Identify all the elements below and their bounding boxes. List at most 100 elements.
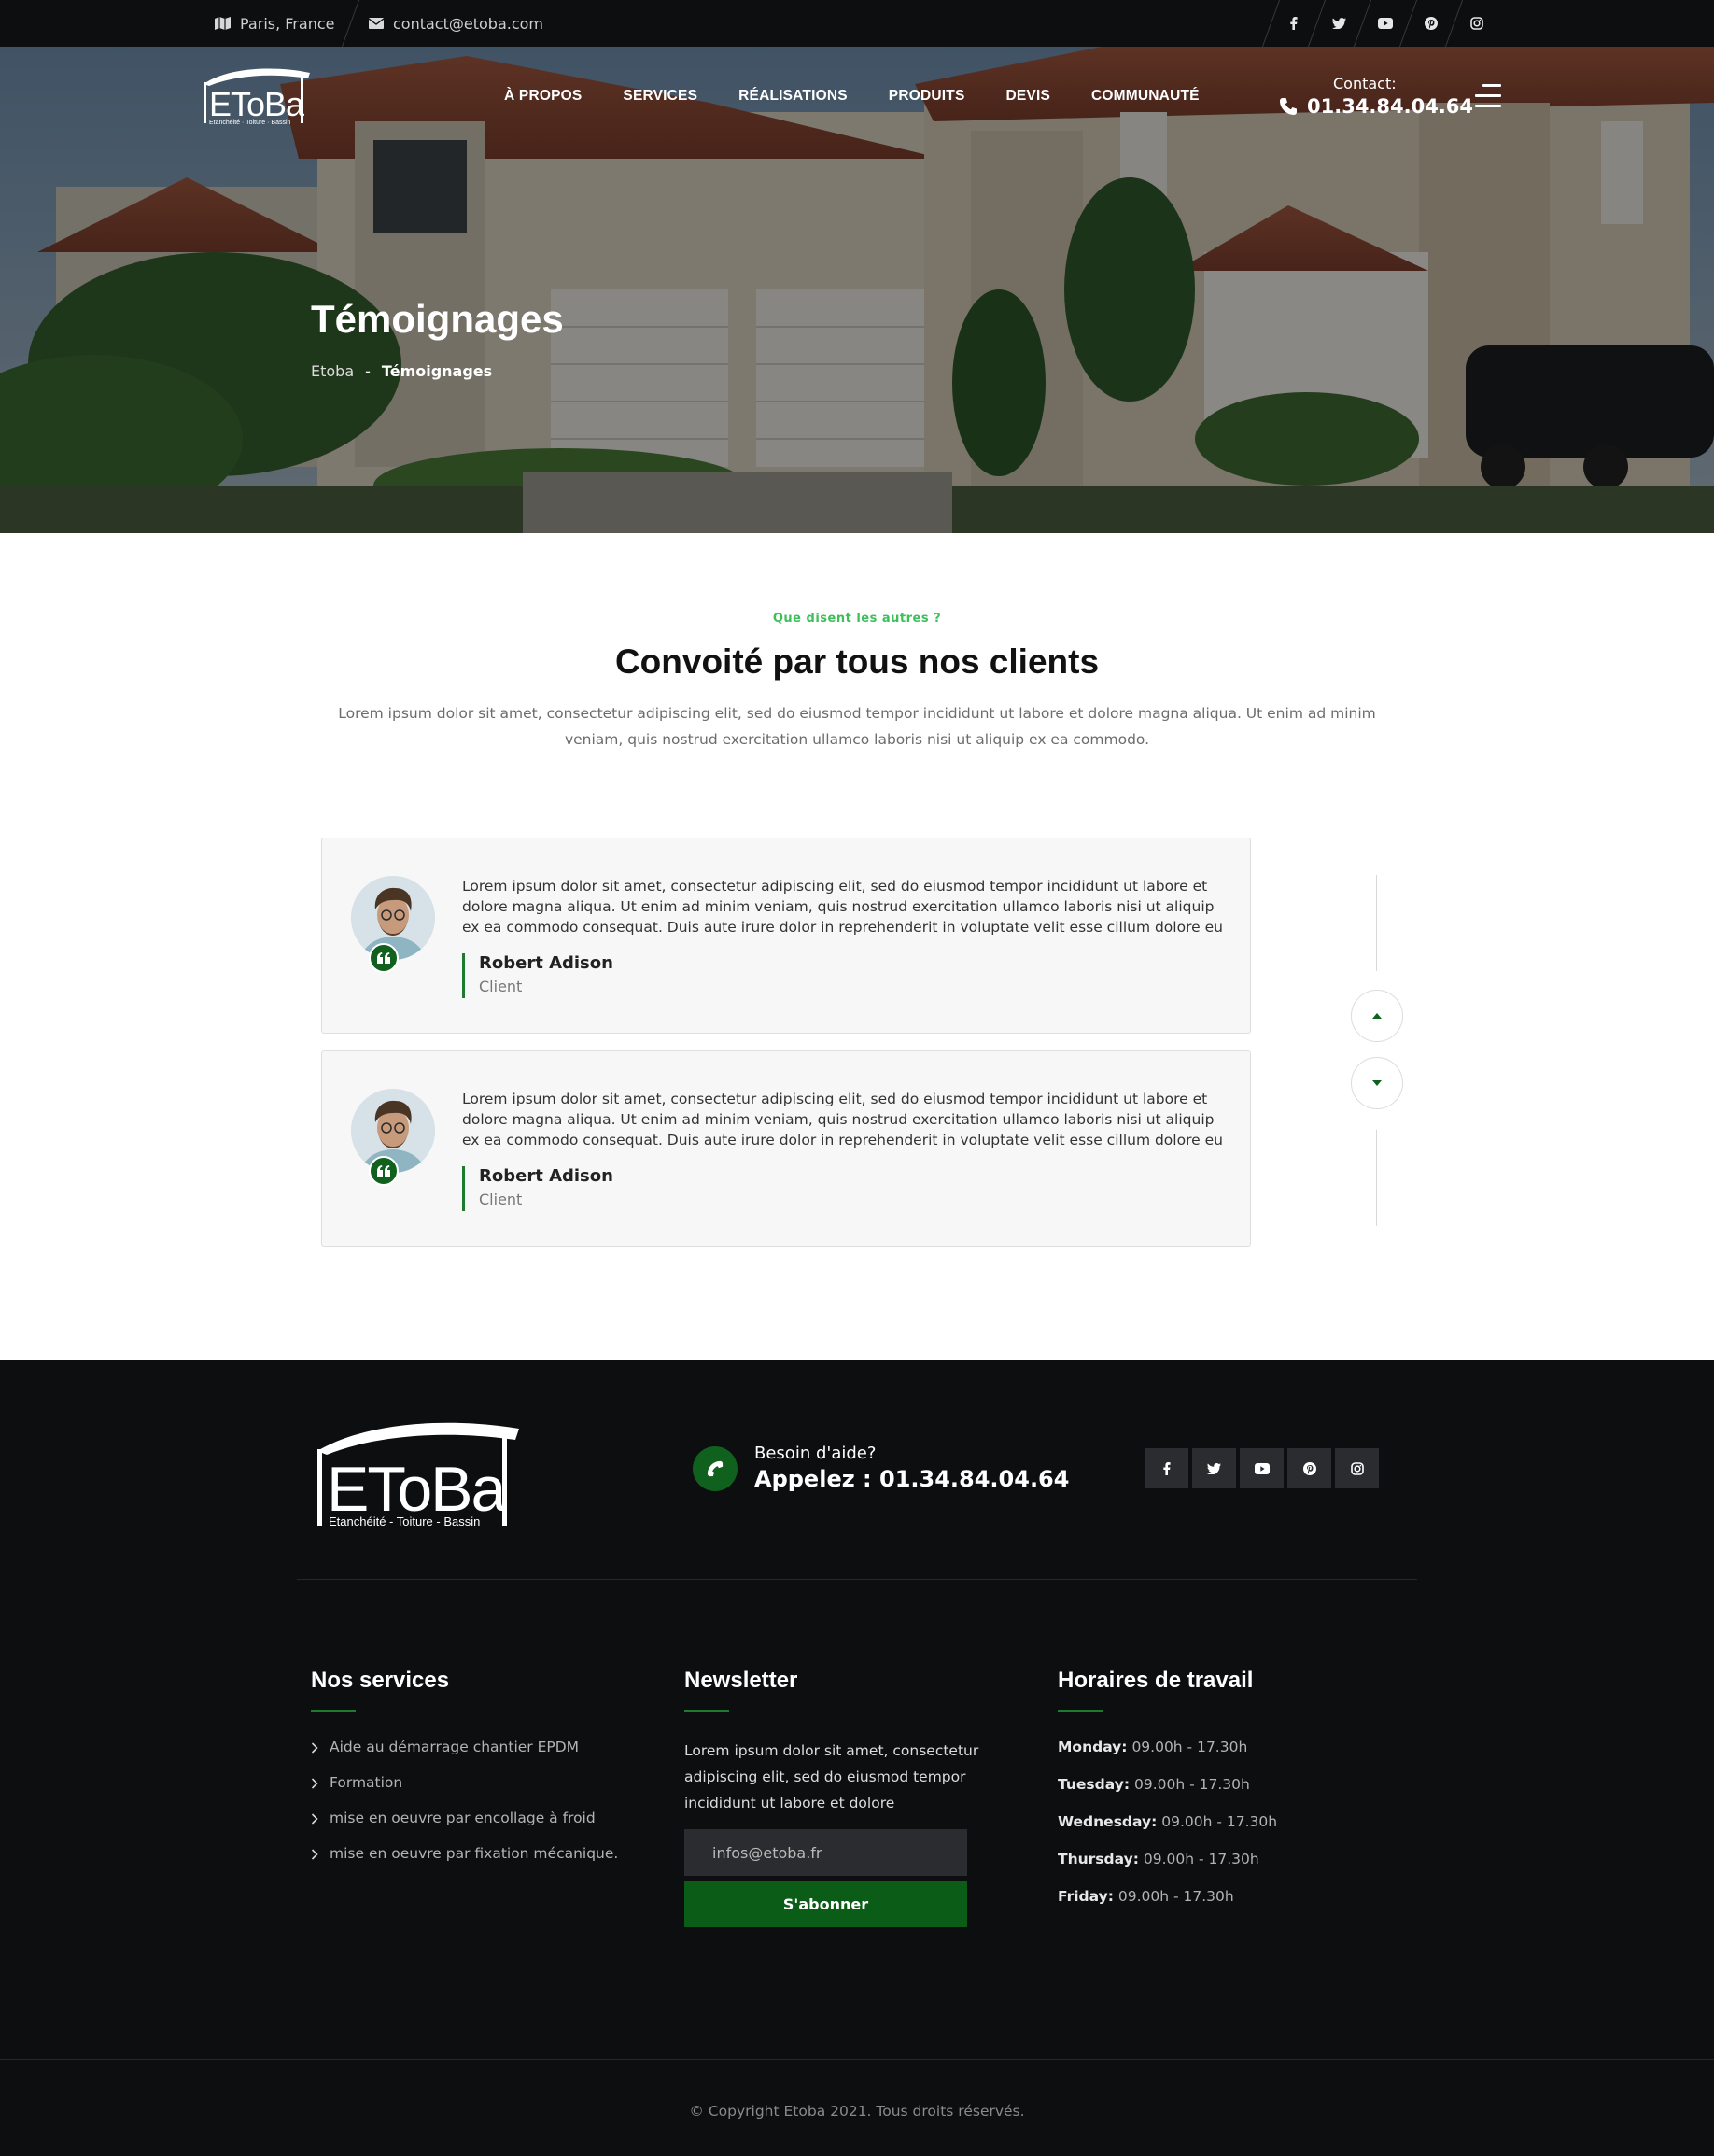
hours-time: 09.00h - 17.30h <box>1131 1739 1248 1755</box>
heading-underline <box>684 1710 729 1712</box>
testimonial-text: Lorem ipsum dolor sit amet, consectetur … <box>462 1091 1223 1148</box>
footer-youtube-link[interactable] <box>1240 1448 1284 1488</box>
author-role: Client <box>479 1191 523 1208</box>
service-label[interactable]: mise en oeuvre par encollage à froid <box>330 1810 596 1826</box>
service-label[interactable]: Aide au démarrage chantier EPDM <box>330 1739 579 1755</box>
breadcrumb-separator: - <box>365 362 371 380</box>
footer-newsletter-column: Newsletter Lorem ipsum dolor sit amet, c… <box>684 1668 983 1927</box>
footer: EToBa Etanchéité - Toiture - Bassin Beso… <box>0 1360 1714 2156</box>
subscribe-button[interactable]: S'abonner <box>684 1881 967 1927</box>
phone-icon <box>1280 98 1297 115</box>
services-list-item[interactable]: mise en oeuvre par encollage à froid <box>311 1810 618 1845</box>
slider-track-line <box>1376 1130 1377 1226</box>
services-list-item[interactable]: Formation <box>311 1774 618 1810</box>
contact-phone-text[interactable]: 01.34.84.04.64 <box>1307 95 1473 118</box>
footer-hours-column: Horaires de travail Monday: 09.00h - 17.… <box>1058 1668 1277 1925</box>
heading-underline <box>1058 1710 1103 1712</box>
testimonial-text: Lorem ipsum dolor sit amet, consectetur … <box>462 878 1223 936</box>
twitter-icon <box>1332 18 1346 29</box>
author-name: Robert Adison <box>479 953 613 973</box>
footer-pinterest-link[interactable] <box>1287 1448 1331 1488</box>
chevron-right-icon <box>311 1849 318 1860</box>
testimonial-card: Lorem ipsum dolor sit amet, consectetur … <box>321 838 1251 1034</box>
email-info[interactable]: contact@etoba.com <box>369 0 543 47</box>
nav-item-a-propos[interactable]: À PROPOS <box>504 88 582 105</box>
section-eyebrow: Que disent les autres ? <box>772 612 942 626</box>
hours-time: 09.00h - 17.30h <box>1133 1776 1250 1793</box>
services-list: Aide au démarrage chantier EPDM Formatio… <box>311 1739 618 1881</box>
hours-day: Tuesday: <box>1058 1776 1131 1793</box>
testimonial-card: Lorem ipsum dolor sit amet, consectetur … <box>321 1050 1251 1247</box>
hours-row: Tuesday: 09.00h - 17.30h <box>1058 1776 1277 1813</box>
envelope-icon <box>369 18 384 29</box>
chevron-right-icon <box>311 1778 318 1789</box>
contact-label: Contact: <box>1333 75 1397 92</box>
service-label[interactable]: Formation <box>330 1774 402 1791</box>
testimonial-author: Robert Adison Client <box>462 1166 613 1211</box>
breadcrumb-home[interactable]: Etoba <box>311 362 354 380</box>
footer-facebook-link[interactable] <box>1145 1448 1188 1488</box>
etoba-logo[interactable]: EToBa Etanchéité · Toiture · Bassin <box>200 65 312 126</box>
footer-divider <box>297 1579 1417 1580</box>
service-label[interactable]: mise en oeuvre par fixation mécanique. <box>330 1845 618 1862</box>
hours-row: Wednesday: 09.00h - 17.30h <box>1058 1813 1277 1851</box>
quote-icon <box>369 1156 399 1186</box>
hours-heading: Horaires de travail <box>1058 1668 1254 1693</box>
instagram-link[interactable] <box>1454 0 1499 47</box>
hours-day: Friday: <box>1058 1888 1114 1905</box>
location-text: Paris, France <box>240 14 335 33</box>
youtube-icon <box>1377 18 1393 29</box>
slider-track-line <box>1376 875 1377 971</box>
quote-icon <box>369 943 399 973</box>
nav-item-devis[interactable]: DEVIS <box>1006 88 1051 105</box>
heading-underline <box>311 1710 356 1712</box>
youtube-icon <box>1254 1462 1270 1474</box>
email-text[interactable]: contact@etoba.com <box>393 15 543 33</box>
caret-up-icon <box>1372 1013 1382 1019</box>
newsletter-heading: Newsletter <box>684 1668 798 1693</box>
breadcrumb: Etoba - Témoignages <box>311 362 492 380</box>
phone-circle-icon <box>693 1446 738 1491</box>
nav-item-produits[interactable]: PRODUITS <box>889 88 965 105</box>
facebook-icon <box>1289 17 1298 30</box>
hours-row: Thursday: 09.00h - 17.30h <box>1058 1851 1277 1888</box>
contact-phone[interactable]: 01.34.84.04.64 <box>1279 95 1473 118</box>
svg-text:EToBa: EToBa <box>209 85 305 123</box>
footer-twitter-link[interactable] <box>1192 1448 1236 1488</box>
newsletter-email-input[interactable] <box>684 1829 967 1876</box>
author-name: Robert Adison <box>479 1166 613 1186</box>
footer-social-links <box>1145 1448 1379 1488</box>
hours-row: Monday: 09.00h - 17.30h <box>1058 1739 1277 1776</box>
help-label: Besoin d'aide? <box>754 1444 877 1463</box>
nav-item-services[interactable]: SERVICES <box>623 88 697 105</box>
facebook-icon <box>1162 1461 1171 1475</box>
services-list-item[interactable]: mise en oeuvre par fixation mécanique. <box>311 1845 618 1881</box>
map-icon <box>215 17 231 30</box>
section-description: Lorem ipsum dolor sit amet, consectetur … <box>338 705 1376 748</box>
chevron-right-icon <box>311 1813 318 1825</box>
hours-list: Monday: 09.00h - 17.30h Tuesday: 09.00h … <box>1058 1739 1277 1925</box>
pinterest-icon <box>1302 1461 1316 1475</box>
footer-services-column: Nos services Aide au démarrage chantier … <box>311 1668 618 1881</box>
instagram-icon <box>1350 1461 1364 1475</box>
slider-down-button[interactable] <box>1351 1057 1403 1109</box>
hamburger-menu-icon[interactable] <box>1475 84 1501 108</box>
help-phone[interactable]: Appelez : 01.34.84.04.64 <box>754 1466 1069 1492</box>
divider <box>341 0 360 47</box>
copyright-text: © Copyright Etoba 2021. Tous droits rése… <box>689 2103 1025 2120</box>
section-title: Convoité par tous nos clients <box>614 642 1100 681</box>
footer-etoba-logo[interactable]: EToBa Etanchéité - Toiture - Bassin <box>312 1417 521 1529</box>
services-list-item[interactable]: Aide au démarrage chantier EPDM <box>311 1739 618 1774</box>
pinterest-icon <box>1424 17 1438 30</box>
testimonial-author: Robert Adison Client <box>462 953 613 998</box>
newsletter-text: Lorem ipsum dolor sit amet, consectetur … <box>684 1742 979 1811</box>
top-bar: Paris, France contact@etoba.com <box>0 0 1714 47</box>
page-title: Témoignages <box>311 297 564 341</box>
slider-up-button[interactable] <box>1351 990 1403 1042</box>
chevron-right-icon <box>311 1742 318 1754</box>
hours-day: Monday: <box>1058 1739 1128 1755</box>
footer-instagram-link[interactable] <box>1335 1448 1379 1488</box>
main-navigation: EToBa Etanchéité · Toiture · Bassin À PR… <box>0 47 1714 145</box>
nav-item-realisations[interactable]: RÉALISATIONS <box>738 88 848 105</box>
nav-item-communaute[interactable]: COMMUNAUTÉ <box>1091 88 1200 105</box>
